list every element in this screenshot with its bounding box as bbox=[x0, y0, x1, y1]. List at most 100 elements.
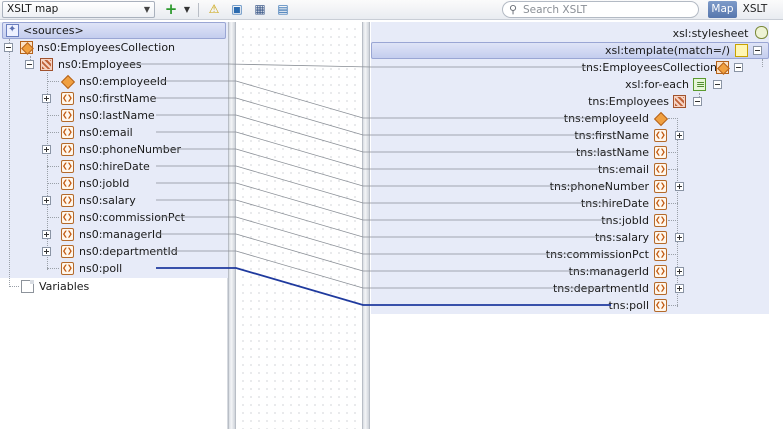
target-field-label: tns:commissionPct bbox=[545, 248, 649, 261]
expand-toggle[interactable] bbox=[675, 284, 684, 293]
collapse-toggle[interactable] bbox=[753, 46, 762, 55]
toolbar: XSLT map ▼ + ▼ ⚠ ▣ ▦ ▤ ⚲ Map XSLT bbox=[0, 0, 783, 20]
collapse-toggle[interactable] bbox=[693, 97, 702, 106]
element-icon bbox=[61, 243, 74, 260]
warning-icon[interactable]: ⚠ bbox=[205, 1, 223, 18]
attribute-icon bbox=[61, 75, 74, 88]
source-field-row[interactable]: ns0:lastName bbox=[0, 107, 228, 124]
expand-toggle[interactable] bbox=[675, 267, 684, 276]
source-field-label: ns0:commissionPct bbox=[79, 211, 185, 224]
source-field-row[interactable]: ns0:hireDate bbox=[0, 158, 228, 175]
source-field-row[interactable]: ns0:phoneNumber bbox=[0, 141, 228, 158]
collapse-toggle[interactable] bbox=[25, 60, 34, 69]
target-field-label: tns:managerId bbox=[568, 265, 649, 278]
target-field-row[interactable]: tns:departmentId bbox=[371, 280, 769, 297]
left-splitter[interactable] bbox=[228, 22, 236, 429]
expand-toggle[interactable] bbox=[42, 247, 51, 256]
target-field-row[interactable]: tns:email bbox=[371, 161, 769, 178]
xslt-file-icon[interactable]: ▤ bbox=[274, 1, 292, 18]
source-field-row[interactable]: ns0:email bbox=[0, 124, 228, 141]
test-run-icon[interactable]: ▣ bbox=[228, 1, 246, 18]
mapping-canvas[interactable] bbox=[236, 22, 362, 429]
target-field-row[interactable]: tns:employeeId bbox=[371, 110, 769, 127]
sources-header[interactable]: <sources> bbox=[2, 22, 226, 39]
sources-icon bbox=[6, 22, 19, 38]
expand-toggle[interactable] bbox=[42, 196, 51, 205]
element-icon bbox=[61, 226, 74, 243]
source-field-row[interactable]: ns0:departmentId bbox=[0, 243, 228, 260]
element-icon bbox=[654, 178, 667, 195]
element-icon bbox=[654, 280, 667, 297]
tree-guide bbox=[47, 115, 59, 116]
tab-xslt[interactable]: XSLT bbox=[740, 1, 770, 18]
target-record-row[interactable]: tns:Employees bbox=[371, 93, 769, 110]
stylesheet-row[interactable]: xsl:stylesheet bbox=[673, 24, 768, 40]
source-field-row[interactable]: ns0:jobId bbox=[0, 175, 228, 192]
right-splitter[interactable] bbox=[362, 22, 370, 429]
template-row[interactable]: xsl:template(match=/) bbox=[371, 42, 769, 59]
element-icon bbox=[61, 192, 74, 209]
collapse-toggle[interactable] bbox=[4, 43, 13, 52]
repeating-element-icon bbox=[673, 95, 686, 108]
source-field-row[interactable]: ns0:commissionPct bbox=[0, 209, 228, 226]
tree-guide bbox=[47, 132, 59, 133]
source-field-label: ns0:employeeId bbox=[79, 75, 167, 88]
expand-toggle[interactable] bbox=[42, 145, 51, 154]
source-field-row[interactable]: ns0:salary bbox=[0, 192, 228, 209]
element-icon bbox=[61, 158, 74, 175]
target-field-row[interactable]: tns:salary bbox=[371, 229, 769, 246]
target-field-row[interactable]: tns:firstName bbox=[371, 127, 769, 144]
search-box[interactable]: ⚲ bbox=[502, 1, 699, 18]
tree-guide bbox=[47, 81, 59, 82]
target-field-label: tns:poll bbox=[608, 299, 649, 312]
target-field-row[interactable]: tns:phoneNumber bbox=[371, 178, 769, 195]
target-field-row[interactable]: tns:lastName bbox=[371, 144, 769, 161]
target-field-row[interactable]: tns:hireDate bbox=[371, 195, 769, 212]
target-collection-label: tns:EmployeesCollection bbox=[581, 61, 717, 74]
element-icon bbox=[654, 161, 667, 178]
element-icon bbox=[61, 209, 74, 226]
expand-toggle[interactable] bbox=[675, 131, 684, 140]
target-field-label: tns:departmentId bbox=[552, 282, 649, 295]
expand-toggle[interactable] bbox=[42, 94, 51, 103]
variables-row[interactable]: Variables bbox=[0, 278, 228, 295]
tree-guide bbox=[668, 118, 678, 119]
tree-guide bbox=[668, 152, 678, 153]
element-icon bbox=[61, 260, 74, 277]
attribute-icon bbox=[654, 112, 667, 125]
mode-select-value: XSLT map bbox=[7, 3, 59, 15]
tree-guide bbox=[668, 203, 678, 204]
chevron-down-icon: ▼ bbox=[143, 5, 150, 14]
source-field-row[interactable]: ns0:poll bbox=[0, 260, 228, 277]
expand-toggle[interactable] bbox=[675, 233, 684, 242]
source-field-row[interactable]: ns0:firstName bbox=[0, 90, 228, 107]
source-field-label: ns0:departmentId bbox=[79, 245, 178, 258]
repeating-element-icon bbox=[40, 58, 53, 71]
expand-toggle[interactable] bbox=[42, 230, 51, 239]
tree-guide bbox=[47, 183, 59, 184]
target-field-row[interactable]: tns:jobId bbox=[371, 212, 769, 229]
expand-toggle[interactable] bbox=[675, 182, 684, 191]
dropdown-arrow-icon[interactable]: ▼ bbox=[178, 1, 196, 18]
target-field-row[interactable]: tns:managerId bbox=[371, 263, 769, 280]
target-field-row[interactable]: tns:poll bbox=[371, 297, 769, 314]
template-icon bbox=[735, 44, 748, 57]
save-map-icon[interactable]: ▦ bbox=[251, 1, 269, 18]
source-field-row[interactable]: ns0:employeeId bbox=[0, 73, 228, 90]
target-field-row[interactable]: tns:commissionPct bbox=[371, 246, 769, 263]
source-field-label: ns0:salary bbox=[79, 194, 136, 207]
collapse-toggle[interactable] bbox=[734, 63, 743, 72]
search-input[interactable] bbox=[523, 3, 693, 16]
target-field-label: tns:jobId bbox=[601, 214, 649, 227]
mode-select[interactable]: XSLT map ▼ bbox=[2, 1, 155, 18]
collapse-toggle[interactable] bbox=[713, 80, 722, 89]
element-icon bbox=[654, 297, 667, 314]
source-record-row[interactable]: ns0:Employees bbox=[0, 56, 228, 73]
source-collection-row[interactable]: ns0:EmployeesCollection bbox=[0, 39, 228, 56]
tab-map[interactable]: Map bbox=[708, 1, 737, 18]
source-field-row[interactable]: ns0:managerId bbox=[0, 226, 228, 243]
for-each-row[interactable]: xsl:for-each bbox=[371, 76, 769, 93]
element-icon bbox=[716, 61, 729, 74]
element-icon bbox=[61, 90, 74, 107]
target-collection-row[interactable]: tns:EmployeesCollection bbox=[371, 59, 769, 76]
